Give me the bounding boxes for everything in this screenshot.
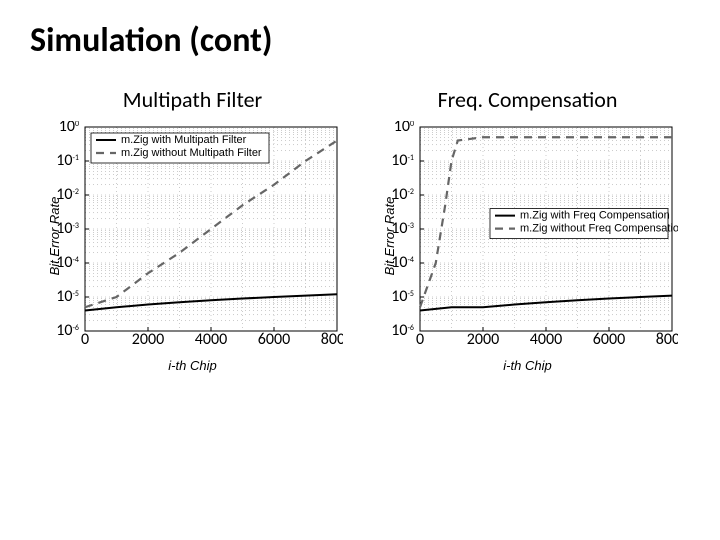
svg-text:2000: 2000 <box>466 330 498 349</box>
svg-text:8000: 8000 <box>320 330 342 349</box>
svg-text:m.Zig with Multipath Filter: m.Zig with Multipath Filter <box>121 134 247 146</box>
svg-text:10-1: 10-1 <box>391 151 414 170</box>
chart-left-col: Multipath Filter Bit Error Rate 0 2000 400… <box>30 86 355 351</box>
svg-text:10-6: 10-6 <box>56 321 79 340</box>
svg-text:100: 100 <box>393 121 413 136</box>
svg-text:6000: 6000 <box>592 330 624 349</box>
svg-text:4000: 4000 <box>529 330 561 349</box>
svg-text:8000: 8000 <box>655 330 677 349</box>
svg-text:m.Zig with Freq Compensation: m.Zig with Freq Compensation <box>520 210 670 222</box>
svg-text:0: 0 <box>415 330 423 349</box>
svg-text:10-6: 10-6 <box>391 321 414 340</box>
charts-row: Multipath Filter Bit Error Rate 0 2000 400… <box>30 86 690 351</box>
chart-right-xlabel: i-th Chip <box>503 358 551 373</box>
svg-text:10-5: 10-5 <box>391 287 414 306</box>
chart-left-ylabel: Bit Error Rate <box>46 197 61 276</box>
svg-text:4000: 4000 <box>194 330 226 349</box>
svg-text:m.Zig without Freq Compensatio: m.Zig without Freq Compensation <box>520 223 678 235</box>
svg-text:10-5: 10-5 <box>56 287 79 306</box>
svg-text:2000: 2000 <box>131 330 163 349</box>
svg-text:10-1: 10-1 <box>56 151 79 170</box>
chart-left-xlabel: i-th Chip <box>168 358 216 373</box>
page-title: Simulation (cont) <box>30 20 690 61</box>
chart-left-svg: 0200040006000800010010-110-210-310-410-5… <box>43 121 343 351</box>
svg-text:m.Zig without Multipath Filter: m.Zig without Multipath Filter <box>121 147 262 159</box>
chart-right-ylabel: Bit Error Rate <box>381 197 396 276</box>
chart-right-col: Freq. Compensation Bit Error Rate 0 2000 4… <box>365 86 690 351</box>
chart-left-title: Multipath Filter <box>123 86 262 113</box>
chart-right-title: Freq. Compensation <box>438 86 618 113</box>
svg-text:100: 100 <box>58 121 78 136</box>
chart-right-svg: 0200040006000800010010-110-210-310-410-5… <box>378 121 678 351</box>
svg-text:0: 0 <box>80 330 88 349</box>
chart-right-wrap: Bit Error Rate 0 2000 4000 6000 8000 100 10-1 1… <box>378 121 678 351</box>
svg-text:6000: 6000 <box>257 330 289 349</box>
chart-left-wrap: Bit Error Rate 0 2000 4000 6000 8000 100 10-1 1… <box>43 121 343 351</box>
